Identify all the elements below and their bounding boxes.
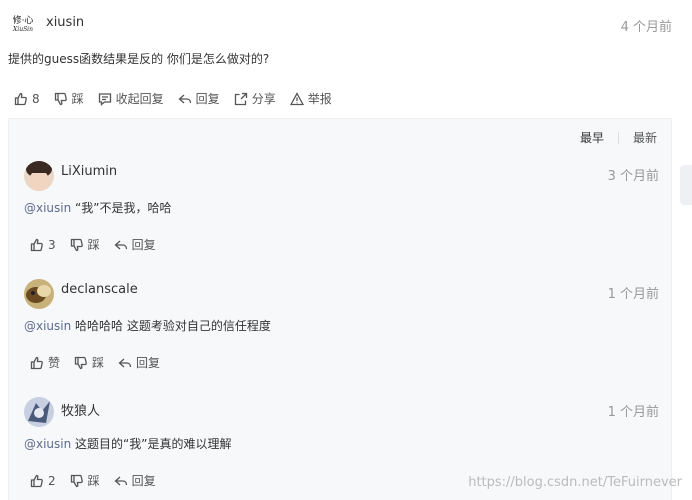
avatar-text: 修·心 <box>12 16 34 26</box>
comment-text: 提供的guess函数结果是反的 你们是怎么做对的? <box>8 52 270 66</box>
avatar[interactable] <box>24 279 54 309</box>
dislike-button[interactable]: 踩 <box>54 90 84 107</box>
avatar[interactable]: 修·心 XiuSin <box>8 10 38 40</box>
share-icon <box>234 92 247 105</box>
thumbs-down-icon <box>70 474 83 487</box>
avatar-image <box>24 161 54 191</box>
reply-text: @xiusin 这题目的“我”是真的难以理解 <box>24 435 231 452</box>
comment-time: 4 个月前 <box>620 20 672 35</box>
avatar-image <box>24 279 54 309</box>
reply-label: 回复 <box>131 474 156 488</box>
reply-body: 这题目的“我”是真的难以理解 <box>71 437 232 451</box>
reply-time: 1 个月前 <box>607 405 659 420</box>
watermark: https://blog.csdn.net/TeFuirnever <box>468 475 682 490</box>
warning-icon <box>289 91 304 105</box>
dislike-label: 踩 <box>71 92 84 106</box>
share-button[interactable]: 分享 <box>234 90 276 107</box>
like-count: 2 <box>48 473 56 488</box>
thumbs-down-icon <box>54 92 67 105</box>
reply-button[interactable]: 回复 <box>114 472 156 489</box>
reply-button[interactable]: 回复 <box>178 90 220 107</box>
like-button[interactable]: 2 <box>30 474 56 488</box>
reply-text: @xiusin 哈哈哈哈 这题考验对自己的信任程度 <box>24 317 271 334</box>
reply-username[interactable]: 牧狼人 <box>61 400 100 419</box>
mention-link[interactable]: @xiusin <box>24 437 71 451</box>
like-button[interactable]: 8 <box>14 92 40 106</box>
reply-body: 哈哈哈哈 这题考验对自己的信任程度 <box>71 319 271 333</box>
thumbs-up-icon <box>30 474 43 487</box>
reply-list: 最早 最新 LiXiumin 3 个月前 @xiusin “我”不是我，哈哈 3 <box>8 118 672 500</box>
avatar[interactable] <box>24 161 54 191</box>
reply-username[interactable]: declanscale <box>61 282 138 297</box>
dislike-label: 踩 <box>87 474 100 488</box>
avatar-subtext: XiuSin <box>13 26 33 33</box>
report-label: 举报 <box>307 92 332 106</box>
comment-actions: 8 踩 收起回复 回复 分享 举报 <box>14 90 332 107</box>
side-tab[interactable] <box>680 165 692 205</box>
comment-username[interactable]: xiusin <box>46 15 84 30</box>
collapse-replies-label: 收起回复 <box>115 92 164 106</box>
reply-actions: 2 踩 回复 <box>30 472 156 489</box>
reply-time: 3 个月前 <box>607 169 659 184</box>
thumbs-up-icon <box>14 92 27 105</box>
like-count: 8 <box>32 91 40 106</box>
report-button[interactable]: 举报 <box>289 90 332 107</box>
collapse-replies-button[interactable]: 收起回复 <box>98 90 164 107</box>
mention-link[interactable]: @xiusin <box>24 201 71 215</box>
dislike-button[interactable]: 踩 <box>70 472 100 489</box>
reply-icon <box>114 476 127 485</box>
reply-username[interactable]: LiXiumin <box>61 164 117 179</box>
reply-item: 牧狼人 1 个月前 @xiusin 这题目的“我”是真的难以理解 2 踩 回复 <box>9 355 673 488</box>
avatar[interactable] <box>24 397 54 427</box>
reply-body: “我”不是我，哈哈 <box>71 201 172 215</box>
mention-link[interactable]: @xiusin <box>24 319 71 333</box>
reply-icon <box>178 94 191 103</box>
avatar-image <box>24 397 54 427</box>
top-comment: 修·心 XiuSin xiusin 4 个月前 提供的guess函数结果是反的 … <box>0 0 692 118</box>
reply-time: 1 个月前 <box>607 287 659 302</box>
share-label: 分享 <box>251 92 276 106</box>
comment-icon <box>98 92 111 106</box>
reply-label: 回复 <box>195 92 220 106</box>
reply-item: declanscale 1 个月前 @xiusin 哈哈哈哈 这题考验对自己的信… <box>9 237 673 370</box>
reply-text: @xiusin “我”不是我，哈哈 <box>24 199 171 216</box>
reply-item: LiXiumin 3 个月前 @xiusin “我”不是我，哈哈 3 踩 回复 <box>9 119 673 252</box>
